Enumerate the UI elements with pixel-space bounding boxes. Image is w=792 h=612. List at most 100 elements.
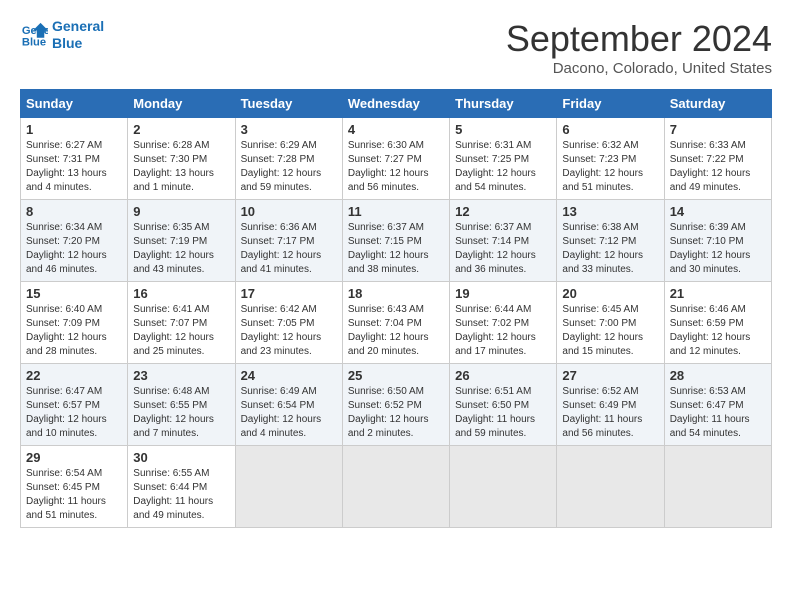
calendar-cell <box>450 446 557 528</box>
day-info: Sunrise: 6:46 AM Sunset: 6:59 PM Dayligh… <box>670 303 766 359</box>
calendar-cell: 11 Sunrise: 6:37 AM Sunset: 7:15 PM Dayli… <box>342 200 449 282</box>
day-info: Sunrise: 6:37 AM Sunset: 7:15 PM Dayligh… <box>348 221 444 277</box>
calendar-cell: 3 Sunrise: 6:29 AM Sunset: 7:28 PM Daylig… <box>235 118 342 200</box>
calendar-cell <box>235 446 342 528</box>
day-info: Sunrise: 6:39 AM Sunset: 7:10 PM Dayligh… <box>670 221 766 277</box>
day-info: Sunrise: 6:28 AM Sunset: 7:30 PM Dayligh… <box>133 139 229 195</box>
calendar-cell: 26Sunrise: 6:51 AM Sunset: 6:50 PM Dayli… <box>450 364 557 446</box>
calendar-week-row: 1 Sunrise: 6:27 AM Sunset: 7:31 PM Daylig… <box>21 118 772 200</box>
calendar-cell: 18 Sunrise: 6:43 AM Sunset: 7:04 PM Dayli… <box>342 282 449 364</box>
calendar-week-row: 15 Sunrise: 6:40 AM Sunset: 7:09 PM Dayli… <box>21 282 772 364</box>
main-container: General Blue General Blue September 2024… <box>0 0 792 538</box>
day-info: Sunrise: 6:52 AM Sunset: 6:49 PM Dayligh… <box>562 385 658 441</box>
day-header-monday: Monday <box>128 90 235 118</box>
day-info: Sunrise: 6:35 AM Sunset: 7:19 PM Dayligh… <box>133 221 229 277</box>
calendar-cell <box>557 446 664 528</box>
calendar-week-row: 22 Sunrise: 6:47 AM Sunset: 6:57 PM Dayli… <box>21 364 772 446</box>
calendar-cell: 30Sunrise: 6:55 AM Sunset: 6:44 PM Dayli… <box>128 446 235 528</box>
title-area: September 2024 Dacono, Colorado, United … <box>506 18 772 77</box>
calendar-cell: 20Sunrise: 6:45 AM Sunset: 7:00 PM Dayli… <box>557 282 664 364</box>
calendar-cell: 21 Sunrise: 6:46 AM Sunset: 6:59 PM Dayli… <box>664 282 771 364</box>
day-info: Sunrise: 6:44 AM Sunset: 7:02 PM Dayligh… <box>455 303 551 359</box>
day-number: 19 <box>455 286 551 301</box>
calendar-week-row: 29Sunrise: 6:54 AM Sunset: 6:45 PM Dayli… <box>21 446 772 528</box>
day-header-tuesday: Tuesday <box>235 90 342 118</box>
day-number: 7 <box>670 122 766 137</box>
day-info: Sunrise: 6:30 AM Sunset: 7:27 PM Dayligh… <box>348 139 444 195</box>
calendar-cell: 25 Sunrise: 6:50 AM Sunset: 6:52 PM Dayli… <box>342 364 449 446</box>
calendar-cell: 6 Sunrise: 6:32 AM Sunset: 7:23 PM Daylig… <box>557 118 664 200</box>
calendar-body: 1 Sunrise: 6:27 AM Sunset: 7:31 PM Daylig… <box>21 118 772 528</box>
calendar-cell: 2 Sunrise: 6:28 AM Sunset: 7:30 PM Daylig… <box>128 118 235 200</box>
day-number: 29 <box>26 450 122 465</box>
day-number: 18 <box>348 286 444 301</box>
calendar-cell: 7Sunrise: 6:33 AM Sunset: 7:22 PM Daylig… <box>664 118 771 200</box>
day-number: 6 <box>562 122 658 137</box>
day-number: 22 <box>26 368 122 383</box>
calendar-cell: 12Sunrise: 6:37 AM Sunset: 7:14 PM Dayli… <box>450 200 557 282</box>
day-header-sunday: Sunday <box>21 90 128 118</box>
day-number: 17 <box>241 286 337 301</box>
day-number: 5 <box>455 122 551 137</box>
day-number: 13 <box>562 204 658 219</box>
calendar-cell: 4 Sunrise: 6:30 AM Sunset: 7:27 PM Daylig… <box>342 118 449 200</box>
calendar-cell: 13Sunrise: 6:38 AM Sunset: 7:12 PM Dayli… <box>557 200 664 282</box>
day-number: 15 <box>26 286 122 301</box>
day-header-wednesday: Wednesday <box>342 90 449 118</box>
subtitle: Dacono, Colorado, United States <box>506 60 772 77</box>
day-number: 4 <box>348 122 444 137</box>
calendar-header-row: SundayMondayTuesdayWednesdayThursdayFrid… <box>21 90 772 118</box>
calendar-week-row: 8Sunrise: 6:34 AM Sunset: 7:20 PM Daylig… <box>21 200 772 282</box>
calendar-cell: 29Sunrise: 6:54 AM Sunset: 6:45 PM Dayli… <box>21 446 128 528</box>
calendar-cell: 16 Sunrise: 6:41 AM Sunset: 7:07 PM Dayli… <box>128 282 235 364</box>
day-number: 3 <box>241 122 337 137</box>
day-number: 11 <box>348 204 444 219</box>
calendar-cell: 9 Sunrise: 6:35 AM Sunset: 7:19 PM Daylig… <box>128 200 235 282</box>
calendar-cell <box>664 446 771 528</box>
calendar-cell: 22 Sunrise: 6:47 AM Sunset: 6:57 PM Dayli… <box>21 364 128 446</box>
calendar-cell: 27 Sunrise: 6:52 AM Sunset: 6:49 PM Dayli… <box>557 364 664 446</box>
day-number: 27 <box>562 368 658 383</box>
day-info: Sunrise: 6:50 AM Sunset: 6:52 PM Dayligh… <box>348 385 444 441</box>
calendar-cell: 15 Sunrise: 6:40 AM Sunset: 7:09 PM Dayli… <box>21 282 128 364</box>
day-number: 9 <box>133 204 229 219</box>
calendar-cell: 28Sunrise: 6:53 AM Sunset: 6:47 PM Dayli… <box>664 364 771 446</box>
day-info: Sunrise: 6:41 AM Sunset: 7:07 PM Dayligh… <box>133 303 229 359</box>
day-info: Sunrise: 6:47 AM Sunset: 6:57 PM Dayligh… <box>26 385 122 441</box>
logo-icon: General Blue <box>20 21 48 49</box>
day-number: 16 <box>133 286 229 301</box>
day-info: Sunrise: 6:45 AM Sunset: 7:00 PM Dayligh… <box>562 303 658 359</box>
logo-line2: Blue <box>52 35 104 52</box>
calendar-cell: 8Sunrise: 6:34 AM Sunset: 7:20 PM Daylig… <box>21 200 128 282</box>
calendar-cell: 5 Sunrise: 6:31 AM Sunset: 7:25 PM Daylig… <box>450 118 557 200</box>
calendar-cell: 17 Sunrise: 6:42 AM Sunset: 7:05 PM Dayli… <box>235 282 342 364</box>
day-info: Sunrise: 6:40 AM Sunset: 7:09 PM Dayligh… <box>26 303 122 359</box>
day-number: 1 <box>26 122 122 137</box>
day-number: 8 <box>26 204 122 219</box>
day-info: Sunrise: 6:48 AM Sunset: 6:55 PM Dayligh… <box>133 385 229 441</box>
day-info: Sunrise: 6:43 AM Sunset: 7:04 PM Dayligh… <box>348 303 444 359</box>
day-number: 2 <box>133 122 229 137</box>
logo-line1: General <box>52 18 104 35</box>
day-info: Sunrise: 6:32 AM Sunset: 7:23 PM Dayligh… <box>562 139 658 195</box>
day-header-thursday: Thursday <box>450 90 557 118</box>
day-info: Sunrise: 6:37 AM Sunset: 7:14 PM Dayligh… <box>455 221 551 277</box>
day-info: Sunrise: 6:42 AM Sunset: 7:05 PM Dayligh… <box>241 303 337 359</box>
header: General Blue General Blue September 2024… <box>20 18 772 77</box>
calendar-cell: 19 Sunrise: 6:44 AM Sunset: 7:02 PM Dayli… <box>450 282 557 364</box>
calendar-cell: 1 Sunrise: 6:27 AM Sunset: 7:31 PM Daylig… <box>21 118 128 200</box>
day-info: Sunrise: 6:51 AM Sunset: 6:50 PM Dayligh… <box>455 385 551 441</box>
calendar-cell: 10Sunrise: 6:36 AM Sunset: 7:17 PM Dayli… <box>235 200 342 282</box>
day-info: Sunrise: 6:36 AM Sunset: 7:17 PM Dayligh… <box>241 221 337 277</box>
day-number: 14 <box>670 204 766 219</box>
day-number: 21 <box>670 286 766 301</box>
day-info: Sunrise: 6:49 AM Sunset: 6:54 PM Dayligh… <box>241 385 337 441</box>
day-info: Sunrise: 6:29 AM Sunset: 7:28 PM Dayligh… <box>241 139 337 195</box>
day-info: Sunrise: 6:27 AM Sunset: 7:31 PM Dayligh… <box>26 139 122 195</box>
day-number: 24 <box>241 368 337 383</box>
svg-text:Blue: Blue <box>22 36 46 48</box>
day-number: 25 <box>348 368 444 383</box>
day-number: 23 <box>133 368 229 383</box>
day-info: Sunrise: 6:31 AM Sunset: 7:25 PM Dayligh… <box>455 139 551 195</box>
month-title: September 2024 <box>506 18 772 60</box>
